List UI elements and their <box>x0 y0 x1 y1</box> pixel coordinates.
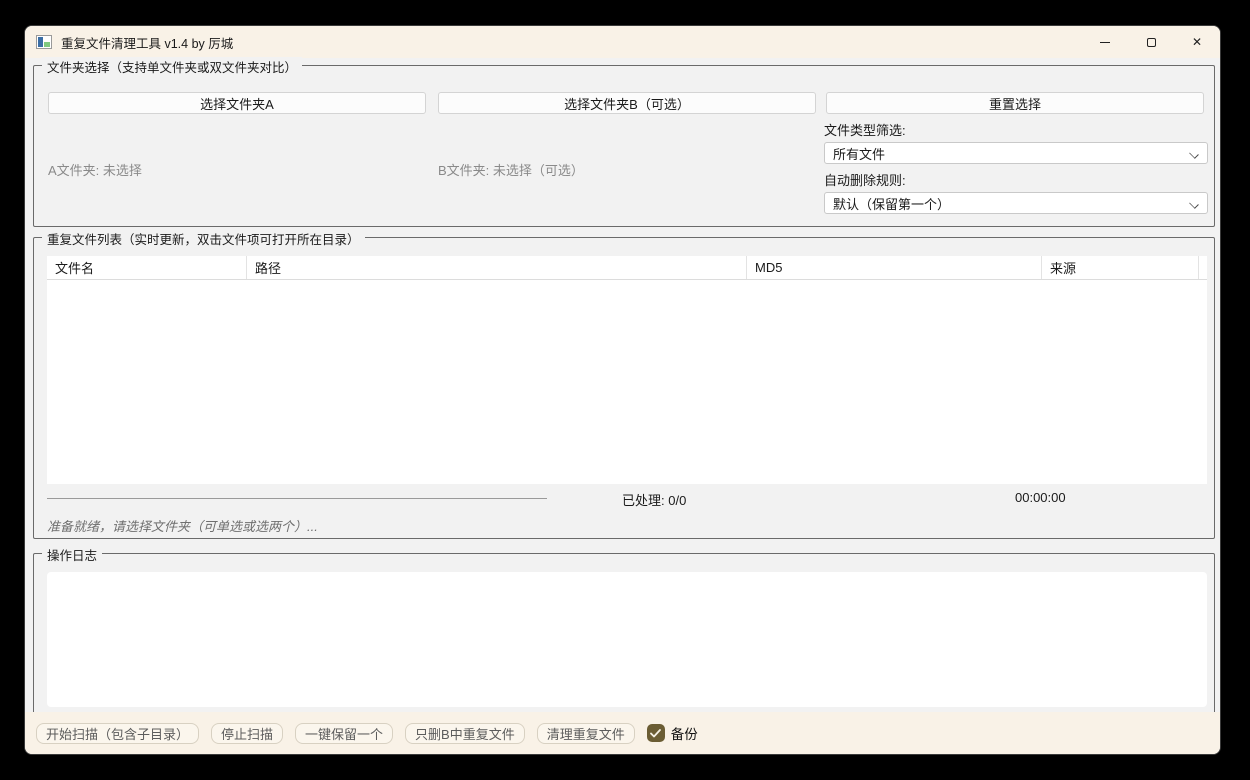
backup-checkbox[interactable] <box>647 724 665 742</box>
select-folder-a-button[interactable]: 选择文件夹A <box>48 92 426 114</box>
check-icon <box>650 729 661 738</box>
auto-delete-rule-label: 自动删除规则: <box>824 170 906 189</box>
maximize-button[interactable] <box>1128 26 1174 58</box>
reset-selection-button[interactable]: 重置选择 <box>826 92 1204 114</box>
chevron-down-icon <box>1189 198 1199 208</box>
backup-label: 备份 <box>671 723 698 743</box>
select-folder-b-button[interactable]: 选择文件夹B（可选） <box>438 92 816 114</box>
title-bar: 重复文件清理工具 v1.4 by 厉城 ✕ <box>25 26 1220 58</box>
column-header-path[interactable]: 路径 <box>247 256 747 279</box>
duplicate-list-group: 重复文件列表（实时更新，双击文件项可打开所在目录） 文件名 路径 MD5 来源 … <box>33 237 1215 539</box>
column-header-md5[interactable]: MD5 <box>747 256 1042 279</box>
elapsed-timer: 00:00:00 <box>1015 490 1066 505</box>
chevron-down-icon <box>1189 148 1199 158</box>
scrollbar-strip[interactable] <box>1199 256 1207 279</box>
processed-count: 已处理: 0/0 <box>622 490 686 509</box>
minimize-button[interactable] <box>1082 26 1128 58</box>
file-type-filter-select[interactable]: 所有文件 <box>824 142 1208 164</box>
start-scan-button[interactable]: 开始扫描（包含子目录） <box>36 723 199 744</box>
auto-delete-rule-value: 默认（保留第一个） <box>833 194 950 213</box>
status-message: 准备就绪，请选择文件夹（可单选或选两个）... <box>47 516 318 535</box>
app-icon <box>36 35 52 49</box>
maximize-icon <box>1147 38 1156 47</box>
file-type-filter-label: 文件类型筛选: <box>824 120 906 139</box>
stop-scan-button[interactable]: 停止扫描 <box>211 723 283 744</box>
column-header-source[interactable]: 来源 <box>1042 256 1199 279</box>
close-button[interactable]: ✕ <box>1174 26 1220 58</box>
operation-log-legend: 操作日志 <box>42 545 102 564</box>
minimize-icon <box>1100 42 1110 43</box>
window-controls: ✕ <box>1082 26 1220 58</box>
folder-b-status: B文件夹: 未选择（可选） <box>438 160 584 179</box>
duplicate-file-table[interactable]: 文件名 路径 MD5 来源 <box>47 256 1207 484</box>
app-window: 重复文件清理工具 v1.4 by 厉城 ✕ 文件夹选择（支持单文件夹或双文件夹对… <box>24 25 1221 755</box>
duplicate-list-legend: 重复文件列表（实时更新，双击文件项可打开所在目录） <box>42 229 365 248</box>
keep-one-button[interactable]: 一键保留一个 <box>295 723 393 744</box>
close-icon: ✕ <box>1192 36 1202 48</box>
log-textarea[interactable] <box>47 572 1207 707</box>
folder-selection-legend: 文件夹选择（支持单文件夹或双文件夹对比） <box>42 57 302 76</box>
file-type-filter-value: 所有文件 <box>833 144 885 163</box>
window-title: 重复文件清理工具 v1.4 by 厉城 <box>61 33 233 52</box>
column-header-filename[interactable]: 文件名 <box>47 256 247 279</box>
folder-selection-group: 文件夹选择（支持单文件夹或双文件夹对比） 选择文件夹A 选择文件夹B（可选） 重… <box>33 65 1215 227</box>
table-header-row: 文件名 路径 MD5 来源 <box>47 256 1207 280</box>
backup-checkbox-group[interactable]: 备份 <box>647 723 698 743</box>
clean-duplicates-button[interactable]: 清理重复文件 <box>537 723 635 744</box>
delete-b-duplicates-button[interactable]: 只删B中重复文件 <box>405 723 525 744</box>
operation-log-group: 操作日志 <box>33 553 1215 714</box>
folder-a-status: A文件夹: 未选择 <box>48 160 142 179</box>
progress-bar <box>47 498 547 499</box>
auto-delete-rule-select[interactable]: 默认（保留第一个） <box>824 192 1208 214</box>
action-bar: 开始扫描（包含子目录） 停止扫描 一键保留一个 只删B中重复文件 清理重复文件 … <box>25 712 1220 754</box>
